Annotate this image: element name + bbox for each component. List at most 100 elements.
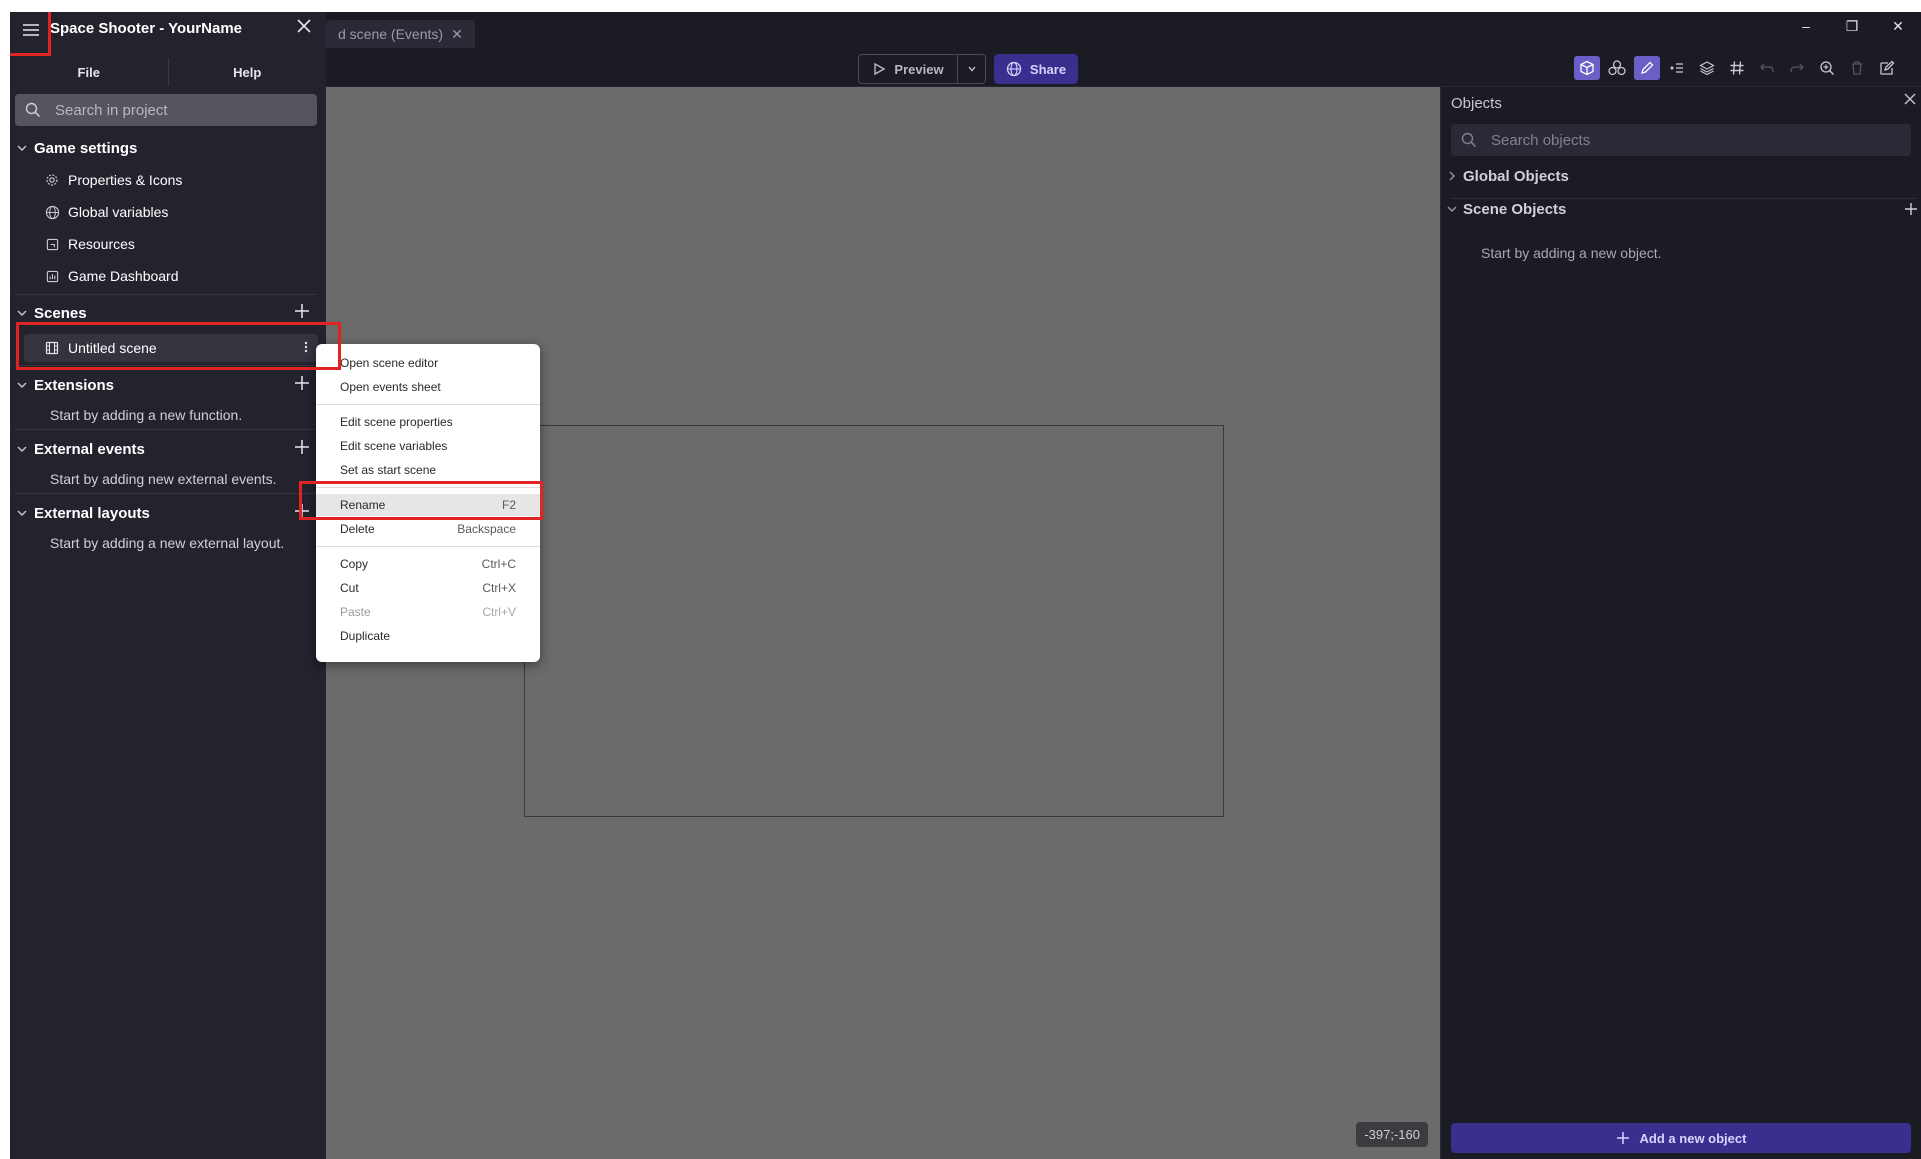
objects-empty-text: Start by adding a new object. bbox=[1481, 245, 1662, 261]
minimize-button[interactable]: – bbox=[1783, 12, 1829, 40]
add-new-object-button[interactable]: Add a new object bbox=[1451, 1123, 1911, 1153]
preview-button[interactable]: Preview bbox=[858, 54, 958, 84]
menu-divider bbox=[316, 487, 540, 488]
game-settings-label: Game settings bbox=[34, 139, 138, 157]
menu-item-rename[interactable]: Rename F2 bbox=[316, 494, 540, 516]
game-dashboard-label: Game Dashboard bbox=[68, 268, 179, 284]
global-objects-row[interactable]: Global Objects bbox=[1441, 160, 1921, 192]
menu-item-delete[interactable]: Delete Backspace bbox=[316, 518, 540, 540]
more-vertical-icon[interactable] bbox=[304, 339, 308, 355]
play-icon bbox=[872, 62, 886, 76]
extensions-section[interactable]: Extensions bbox=[10, 371, 326, 399]
scene-boundary bbox=[524, 425, 1224, 817]
project-search-box bbox=[15, 94, 317, 126]
close-icon[interactable] bbox=[296, 18, 312, 34]
grid-icon[interactable] bbox=[1724, 56, 1750, 80]
chevron-down-icon bbox=[967, 64, 977, 74]
drawer-menu-tabs: File Help bbox=[10, 52, 326, 92]
menu-item-shortcut: Backspace bbox=[457, 522, 516, 536]
chevron-down-icon bbox=[10, 445, 34, 453]
file-menu-tab[interactable]: File bbox=[10, 52, 168, 92]
app-window: d scene (Events) ✕ – ❐ ✕ Preview Share -… bbox=[10, 12, 1921, 1159]
film-icon bbox=[44, 340, 60, 356]
preview-options-button[interactable] bbox=[958, 54, 986, 84]
menu-item-shortcut: Ctrl+C bbox=[481, 557, 516, 571]
restore-button[interactable]: ❐ bbox=[1829, 12, 1875, 40]
chevron-down-icon bbox=[10, 144, 34, 152]
share-button[interactable]: Share bbox=[994, 54, 1078, 84]
trash-icon[interactable] bbox=[1844, 56, 1870, 80]
properties-icons-item[interactable]: Properties & Icons bbox=[44, 166, 182, 194]
global-variables-item[interactable]: Global variables bbox=[44, 198, 168, 226]
external-layouts-section[interactable]: External layouts bbox=[10, 499, 326, 527]
window-close-button[interactable]: ✕ bbox=[1875, 12, 1921, 40]
menu-item-shortcut: F2 bbox=[501, 498, 516, 512]
add-external-layout-icon[interactable] bbox=[294, 503, 310, 519]
add-scene-object-icon[interactable] bbox=[1904, 202, 1918, 216]
menu-item-cut[interactable]: Cut Ctrl+X bbox=[316, 577, 540, 599]
project-search-input[interactable] bbox=[53, 100, 297, 120]
menu-item-copy[interactable]: Copy Ctrl+C bbox=[316, 553, 540, 575]
chevron-right-icon bbox=[1441, 171, 1463, 181]
objects-search-input[interactable] bbox=[1489, 130, 1893, 150]
editor-tool-icons bbox=[1574, 56, 1900, 80]
external-events-section[interactable]: External events bbox=[10, 435, 326, 463]
menu-divider bbox=[316, 404, 540, 405]
menu-icon[interactable] bbox=[18, 18, 44, 42]
dashboard-icon bbox=[44, 268, 60, 284]
window-controls: – ❐ ✕ bbox=[1783, 12, 1921, 40]
menu-item-shortcut: Ctrl+X bbox=[482, 581, 516, 595]
divider bbox=[15, 365, 317, 366]
project-manager-drawer: Space Shooter - YourName File Help Game … bbox=[10, 12, 326, 1159]
menu-item-label: Duplicate bbox=[340, 629, 391, 643]
preview-label: Preview bbox=[894, 61, 944, 77]
search-icon bbox=[25, 102, 41, 118]
game-dashboard-item[interactable]: Game Dashboard bbox=[44, 262, 179, 290]
add-scene-icon[interactable] bbox=[294, 303, 310, 319]
add-external-events-icon[interactable] bbox=[294, 439, 310, 455]
properties-icons-label: Properties & Icons bbox=[68, 172, 183, 188]
menu-item-open-scene-editor[interactable]: Open scene editor bbox=[316, 352, 540, 374]
project-title: Space Shooter - YourName bbox=[50, 20, 242, 37]
plus-icon bbox=[1616, 1131, 1630, 1145]
add-extension-icon[interactable] bbox=[294, 375, 310, 391]
redo-icon[interactable] bbox=[1784, 56, 1810, 80]
edit-pencil-icon[interactable] bbox=[1634, 56, 1660, 80]
menu-item-shortcut: Ctrl+V bbox=[482, 605, 516, 619]
help-menu-tab[interactable]: Help bbox=[169, 52, 327, 92]
chevron-down-icon bbox=[1441, 205, 1463, 213]
gear-icon bbox=[44, 172, 60, 188]
menu-item-open-events-sheet[interactable]: Open events sheet bbox=[316, 376, 540, 398]
chevron-down-icon bbox=[10, 309, 34, 317]
menu-divider bbox=[316, 546, 540, 547]
close-icon[interactable] bbox=[1904, 93, 1916, 105]
menu-item-paste: Paste Ctrl+V bbox=[316, 601, 540, 623]
menu-item-edit-scene-properties[interactable]: Edit scene properties bbox=[316, 411, 540, 433]
external-layouts-label: External layouts bbox=[34, 504, 150, 522]
menu-item-duplicate[interactable]: Duplicate bbox=[316, 625, 540, 647]
scenes-section[interactable]: Scenes bbox=[10, 299, 326, 327]
game-settings-section[interactable]: Game settings bbox=[10, 134, 326, 162]
tab-close-icon[interactable]: ✕ bbox=[451, 26, 463, 43]
menu-item-label: Edit scene variables bbox=[340, 439, 448, 453]
menu-item-edit-scene-variables[interactable]: Edit scene variables bbox=[316, 435, 540, 457]
object-cube-icon[interactable] bbox=[1574, 56, 1600, 80]
menu-item-set-as-start-scene[interactable]: Set as start scene bbox=[316, 459, 540, 481]
scene-name: Untitled scene bbox=[68, 340, 157, 356]
edit-window-icon[interactable] bbox=[1874, 56, 1900, 80]
tab-scene-events[interactable]: d scene (Events) ✕ bbox=[326, 20, 475, 48]
instances-list-icon[interactable] bbox=[1664, 56, 1690, 80]
menu-item-label: Open scene editor bbox=[340, 356, 439, 370]
undo-icon[interactable] bbox=[1754, 56, 1780, 80]
scenes-label: Scenes bbox=[34, 304, 87, 322]
external-layouts-empty-text: Start by adding a new external layout. bbox=[50, 535, 285, 551]
scene-objects-row[interactable]: Scene Objects bbox=[1441, 193, 1921, 225]
layers-icon[interactable] bbox=[1694, 56, 1720, 80]
objects-panel-title: Objects bbox=[1451, 95, 1502, 112]
scene-item-untitled-scene[interactable]: Untitled scene bbox=[24, 334, 318, 362]
resources-item[interactable]: Resources bbox=[44, 230, 135, 258]
menu-item-label: Edit scene properties bbox=[340, 415, 453, 429]
zoom-icon[interactable] bbox=[1814, 56, 1840, 80]
extensions-label: Extensions bbox=[34, 376, 115, 394]
object-groups-icon[interactable] bbox=[1604, 56, 1630, 80]
